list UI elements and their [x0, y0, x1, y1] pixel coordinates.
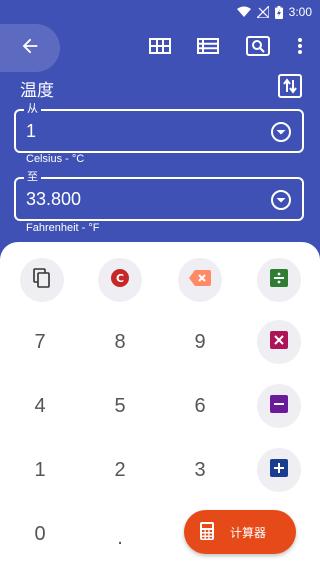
key-6[interactable]: 6: [175, 386, 225, 426]
calculator-fab[interactable]: 计算器: [184, 510, 296, 554]
list-icon: [197, 36, 219, 60]
status-time: 3:00: [288, 5, 312, 19]
minus-button[interactable]: [257, 384, 301, 428]
key-2[interactable]: 2: [95, 450, 145, 490]
more-options-button[interactable]: [288, 36, 312, 60]
multiply-button[interactable]: [257, 320, 301, 364]
multiply-icon: [270, 331, 288, 353]
key-4[interactable]: 4: [15, 386, 65, 426]
plus-icon: [270, 459, 288, 481]
to-legend: 至: [24, 170, 41, 184]
calculator-fab-label: 计算器: [230, 525, 267, 540]
key-1[interactable]: 1: [15, 450, 65, 490]
battery-charging-icon: [274, 5, 283, 19]
no-signal-icon: [256, 6, 269, 18]
swap-units-button[interactable]: [278, 74, 302, 98]
chevron-down-icon[interactable]: [270, 189, 292, 211]
key-0[interactable]: 0: [15, 514, 65, 554]
more-vert-icon: [297, 37, 303, 59]
status-bar: 3:00: [0, 0, 320, 24]
from-unit-label: Celsius - °C: [26, 153, 85, 165]
search-button[interactable]: [246, 36, 270, 60]
list-view-button[interactable]: [196, 36, 220, 60]
arrow-back-icon: [19, 35, 41, 61]
grid-icon: [149, 36, 171, 60]
backspace-icon: [189, 270, 211, 290]
from-field[interactable]: 从 1: [14, 102, 304, 153]
key-9[interactable]: 9: [175, 322, 225, 362]
copy-icon: [33, 268, 51, 292]
svg-text:C: C: [116, 272, 124, 285]
to-field[interactable]: 至 33.800: [14, 170, 304, 221]
toolbar: [0, 24, 320, 72]
divide-icon: [270, 269, 288, 291]
plus-button[interactable]: [257, 448, 301, 492]
backspace-button[interactable]: [178, 258, 222, 302]
clear-button[interactable]: C: [98, 258, 142, 302]
clear-icon: C: [110, 268, 130, 292]
copy-button[interactable]: [20, 258, 64, 302]
to-value: 33.800: [26, 189, 82, 209]
chevron-down-icon[interactable]: [270, 121, 292, 143]
key-8[interactable]: 8: [95, 322, 145, 362]
to-unit-label: Fahrenheit - °F: [26, 222, 100, 234]
key-decimal[interactable]: .: [95, 518, 145, 558]
key-7[interactable]: 7: [15, 322, 65, 362]
back-button[interactable]: [0, 24, 60, 72]
divide-button[interactable]: [257, 258, 301, 302]
key-3[interactable]: 3: [175, 450, 225, 490]
page-title: 温度: [20, 81, 54, 101]
key-5[interactable]: 5: [95, 386, 145, 426]
calculator-icon: [200, 521, 214, 543]
swap-vertical-icon: [278, 74, 302, 102]
from-value: 1: [26, 121, 37, 141]
search-icon: [246, 36, 270, 60]
wifi-icon: [236, 6, 251, 18]
from-legend: 从: [24, 102, 41, 116]
grid-view-button[interactable]: [148, 36, 172, 60]
minus-icon: [270, 395, 288, 417]
